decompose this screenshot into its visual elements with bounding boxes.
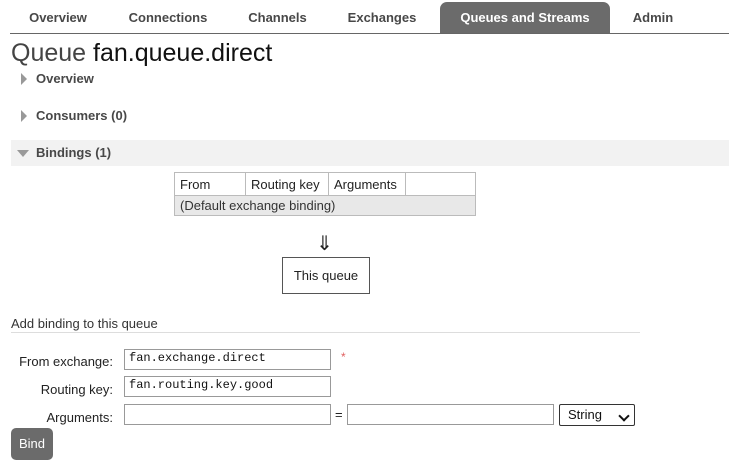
from-exchange-label: From exchange: (19, 354, 113, 369)
tab-channels[interactable]: Channels (230, 2, 325, 33)
section-consumers[interactable]: Consumers (0) (11, 103, 729, 129)
section-consumers-label: Consumers (0) (36, 108, 128, 123)
column-header-routing-key: Routing key (245, 172, 329, 196)
section-overview[interactable]: Overview (11, 66, 729, 92)
column-header-from: From (174, 172, 246, 196)
argument-key-input[interactable] (124, 404, 331, 425)
required-marker: * (341, 350, 346, 364)
collapse-triangle-icon (17, 150, 29, 157)
page-title-prefix: Queue (11, 39, 87, 67)
tab-overview[interactable]: Overview (10, 2, 106, 33)
argument-type-select[interactable]: String (559, 404, 635, 426)
bind-button[interactable]: Bind (11, 428, 53, 460)
bindings-table: From Routing key Arguments (Default exch… (174, 172, 476, 216)
tab-admin[interactable]: Admin (612, 2, 694, 33)
arguments-label: Arguments: (46, 410, 113, 425)
page-title: Queue fan.queue.direct (11, 39, 272, 68)
tab-connections[interactable]: Connections (108, 2, 228, 33)
table-row: (Default exchange binding) (174, 195, 476, 216)
add-binding-title: Add binding to this queue (11, 316, 158, 331)
expand-triangle-icon (21, 73, 27, 85)
default-binding-cell: (Default exchange binding) (174, 195, 476, 216)
queue-name: fan.queue.direct (93, 39, 273, 67)
this-queue-box: This queue (282, 257, 370, 294)
down-arrow-icon: ⇓ (316, 231, 333, 255)
equals-sign: = (335, 407, 343, 422)
chevron-down-icon (618, 410, 630, 422)
from-exchange-input[interactable]: fan.exchange.direct (124, 349, 331, 370)
expand-triangle-icon (21, 110, 27, 122)
column-header-arguments: Arguments (328, 172, 406, 196)
routing-key-input[interactable]: fan.routing.key.good (124, 376, 331, 397)
table-header-row: From Routing key Arguments (174, 172, 476, 196)
argument-value-input[interactable] (347, 404, 554, 425)
tab-exchanges[interactable]: Exchanges (328, 2, 436, 33)
tab-queues-and-streams[interactable]: Queues and Streams (440, 2, 610, 33)
main-nav: Overview Connections Channels Exchanges … (10, 2, 729, 34)
section-bindings-label: Bindings (1) (36, 145, 112, 160)
routing-key-label: Routing key: (40, 382, 113, 397)
divider (11, 332, 640, 333)
column-header-actions (405, 172, 476, 196)
section-overview-label: Overview (36, 71, 94, 86)
argument-type-value: String (568, 407, 602, 422)
section-bindings[interactable]: Bindings (1) (11, 140, 729, 166)
